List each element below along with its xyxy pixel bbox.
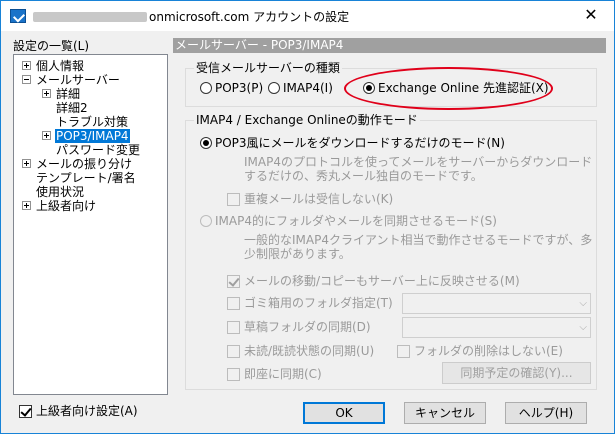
redacted-account-name: [33, 12, 147, 22]
ok-button[interactable]: OK: [303, 402, 385, 424]
no-folder-delete-label[interactable]: フォルダの削除はしない(E): [414, 344, 563, 358]
settings-list-label: 設定の一覧(L): [13, 39, 90, 53]
cancel-button[interactable]: キャンセル: [404, 402, 486, 424]
draft-sync-label[interactable]: 草稿フォルダの同期(D): [244, 320, 371, 334]
advanced-settings-label: 上級者向け設定(A): [36, 404, 138, 418]
imap4-sync-mode-radio[interactable]: [200, 215, 212, 227]
account-settings-dialog: onmicrosoft.com アカウントの設定 ✕ 設定の一覧(L) 個人情報…: [0, 0, 615, 434]
imap4-sync-mode-description: 一般的なIMAP4クライアント相当で動作させるモードですが、多少制限があります。: [244, 233, 593, 261]
highlight-ellipse: [344, 67, 553, 110]
imap4-radio[interactable]: [268, 82, 280, 94]
chevron-down-icon: ⌵: [579, 322, 587, 333]
draft-folder-combo[interactable]: ⌵: [402, 317, 591, 338]
chevron-down-icon: ⌵: [579, 298, 587, 309]
no-duplicate-checkbox[interactable]: [227, 193, 240, 206]
section-title: メールサーバー - POP3/IMAP4: [173, 38, 606, 53]
operation-mode-group-title: IMAP4 / Exchange Onlineの動作モード: [194, 113, 420, 127]
pop3-style-mode-label[interactable]: POP3風にメールをダウンロードするだけのモード(N): [215, 136, 505, 150]
mail-app-icon: [10, 9, 26, 23]
draft-sync-checkbox[interactable]: [227, 321, 240, 334]
read-state-sync-label[interactable]: 未読/既読状態の同期(U): [244, 344, 374, 358]
expand-icon[interactable]: [42, 131, 51, 140]
no-duplicate-label[interactable]: 重複メールは受信しない(K): [244, 192, 393, 206]
window-title: onmicrosoft.com アカウントの設定: [149, 10, 350, 24]
help-button[interactable]: ヘルプ(H): [505, 402, 587, 424]
trash-folder-label[interactable]: ゴミ箱用のフォルダ指定(T): [244, 296, 393, 310]
advanced-settings-checkbox[interactable]: [19, 405, 32, 418]
close-button[interactable]: ✕: [568, 1, 614, 30]
reflect-move-copy-checkbox[interactable]: [227, 275, 240, 288]
pop3-radio-label[interactable]: POP3(P): [215, 81, 263, 95]
sync-schedule-check-button[interactable]: 同期予定の確認(Y)...: [442, 362, 591, 384]
expand-icon[interactable]: [22, 159, 31, 168]
sync-now-label[interactable]: 即座に同期(C): [244, 367, 322, 381]
title-bar[interactable]: onmicrosoft.com アカウントの設定 ✕: [1, 1, 614, 31]
read-state-sync-checkbox[interactable]: [227, 345, 240, 358]
pop3-radio[interactable]: [200, 82, 212, 94]
collapse-icon[interactable]: [22, 75, 31, 84]
expand-icon[interactable]: [42, 89, 51, 98]
imap4-radio-label[interactable]: IMAP4(I): [283, 81, 333, 95]
imap4-sync-mode-label[interactable]: IMAP4的にフォルダやメールを同期させるモード(S): [215, 214, 497, 228]
trash-folder-combo[interactable]: ⌵: [402, 293, 591, 314]
trash-folder-checkbox[interactable]: [227, 297, 240, 310]
server-type-group-title: 受信メールサーバーの種類: [194, 61, 342, 75]
settings-tree[interactable]: 個人情報 メールサーバー 詳細 詳細2 トラブル対策 POP3/IMAP4 パス…: [13, 54, 168, 395]
no-folder-delete-checkbox[interactable]: [397, 345, 410, 358]
expand-icon[interactable]: [22, 201, 31, 210]
pop3-style-mode-radio[interactable]: [200, 137, 212, 149]
pop3-style-mode-description: IMAP4のプロトコルを使ってメールをサーバーからダウンロードするだけの、秀丸メ…: [244, 155, 593, 183]
expand-icon[interactable]: [22, 61, 31, 70]
reflect-move-copy-label[interactable]: メールの移動/コピーもサーバー上に反映させる(M): [244, 274, 520, 288]
sync-now-checkbox[interactable]: [227, 368, 240, 381]
